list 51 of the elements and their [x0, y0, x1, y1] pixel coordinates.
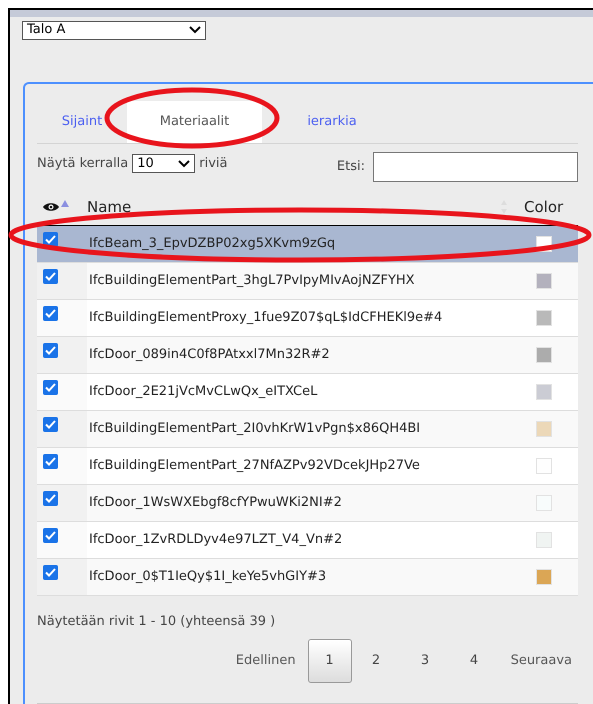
table-cell-text: IfcBuildingElementPart_3hgL7PvIpyMIvAojNZFYHX: [88, 272, 416, 290]
length-label: riviä: [199, 154, 228, 173]
table-cell-text: IfcBuildingElementProxy_1fue9Z07$qL$IdCFHEKl9e#4: [88, 308, 444, 327]
search-field[interactable]: [373, 152, 578, 182]
page-size-select[interactable]: 10: [132, 154, 196, 173]
pagination-link[interactable]: Edellinen: [224, 643, 308, 679]
table-row[interactable]: IfcDoor_1WsWXEbgf8cfYPwuWKi2NI#2: [37, 484, 578, 522]
table-row[interactable]: IfcDoor_2E21jVcMvCLwQx_eITXCeL: [37, 374, 578, 410]
column-header[interactable]: Name: [87, 196, 500, 218]
table-row[interactable]: IfcDoor_0$T1IeQy$1I_keYe5vhGIY#3: [37, 558, 578, 596]
page-button[interactable]: 4: [450, 639, 499, 683]
checkbox[interactable]: [43, 232, 58, 246]
table-info: Näytetään rivit 1 - 10 (yhteensä 39 ): [37, 612, 276, 630]
building-select[interactable]: Talo A: [22, 20, 206, 40]
table-row[interactable]: IfcDoor_089in4C0f8PAtxxl7Mn32R#2: [37, 336, 578, 374]
search-label: Etsi:: [336, 158, 365, 176]
checkbox[interactable]: [43, 528, 58, 542]
table-row[interactable]: IfcBuildingElementProxy_1fue9Z07$qL$IdCFHEKl9e#4: [37, 300, 578, 336]
checkbox[interactable]: [43, 416, 58, 432]
page-button[interactable]: 3: [400, 639, 450, 683]
table-row[interactable]: IfcDoor_1ZvRDLDyv4e97LZT_V4_Vn#2: [37, 522, 578, 558]
pagination-link[interactable]: Seuraava: [498, 643, 572, 679]
checkbox[interactable]: [43, 490, 58, 506]
table-cell-text: IfcBuildingElementPart_2I0vhKrW1vPgn$x86QH4BI: [88, 420, 422, 438]
page-button[interactable]: 1: [308, 639, 352, 683]
page-button[interactable]: 2: [352, 639, 401, 683]
table-row[interactable]: IfcBuildingElementPart_3hgL7PvIpyMIvAojNZFYHX: [37, 262, 578, 300]
table-row[interactable]: IfcBuildingElementPart_27NfAZPv92VDcekJHp27Ve: [37, 448, 578, 484]
column-header[interactable]: Color: [520, 196, 578, 218]
chevron-down-icon: [178, 160, 190, 168]
checkbox[interactable]: [43, 268, 58, 284]
checkbox[interactable]: [43, 564, 58, 580]
checkbox[interactable]: [43, 342, 58, 358]
tab[interactable]: ierarkia: [262, 100, 362, 142]
table-cell-text: IfcDoor_2E21jVcMvCLwQx_eITXCeL: [88, 382, 318, 401]
checkbox[interactable]: [43, 306, 58, 320]
tab[interactable]: Sijaint: [37, 100, 127, 142]
length-label: Näytä kerralla: [37, 154, 128, 173]
table-cell-text: IfcDoor_089in4C0f8PAtxxl7Mn32R#2: [88, 346, 331, 364]
sort-up-icon[interactable]: [61, 200, 69, 206]
checkbox[interactable]: [43, 454, 58, 468]
table-cell-text: IfcDoor_1ZvRDLDyv4e97LZT_V4_Vn#2: [88, 530, 344, 549]
table-cell-text: IfcDoor_0$T1IeQy$1I_keYe5vhGIY#3: [88, 568, 328, 586]
checkbox[interactable]: [43, 380, 58, 394]
table-cell-text: IfcBuildingElementPart_27NfAZPv92VDcekJHp27Ve: [88, 456, 421, 475]
eye-icon: [43, 202, 59, 212]
table-cell-text: IfcDoor_1WsWXEbgf8cfYPwuWKi2NI#2: [88, 494, 343, 512]
table-cell-text: IfcBeam_3_EpvDZBP02xg5XKvm9zGq: [88, 234, 336, 253]
table-row[interactable]: IfcBuildingElementPart_2I0vhKrW1vPgn$x86QH4BI: [37, 410, 578, 448]
chevron-down-icon: [189, 26, 201, 34]
tab[interactable]: Materiaalit: [127, 100, 262, 142]
